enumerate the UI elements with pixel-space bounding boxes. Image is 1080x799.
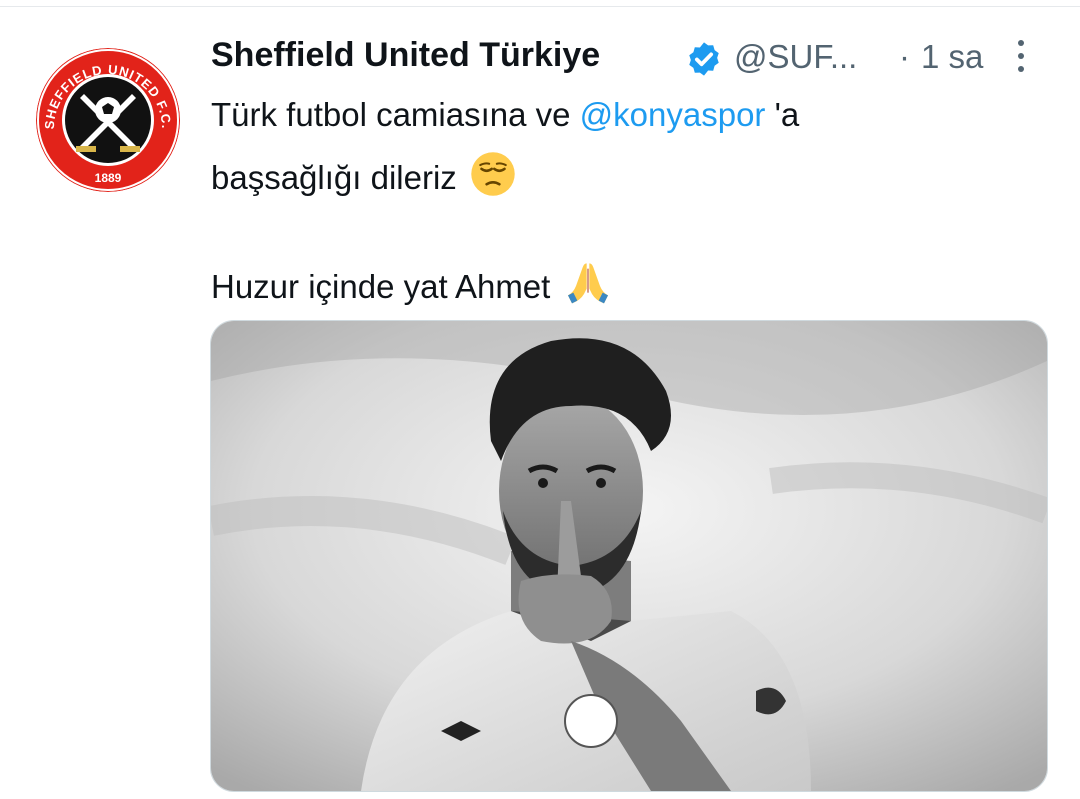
- text-segment: Huzur içinde yat Ahmet: [211, 268, 551, 305]
- verified-badge-icon: [689, 42, 719, 76]
- folded-hands-emoji: [567, 263, 608, 304]
- more-options-icon[interactable]: [1007, 36, 1035, 76]
- text-segment: 'a: [774, 96, 800, 133]
- separator-dot: ·: [899, 38, 910, 75]
- text-segment: başsağlığı dileriz: [211, 159, 457, 196]
- mention-link[interactable]: @konyaspor: [580, 96, 766, 133]
- tweet-text-line-1: Türk futbol camiasına ve @konyaspor 'a: [211, 96, 799, 134]
- tweet-header: Sheffield United Türkiye @SUF... · 1 sa: [211, 32, 1024, 88]
- tweet-text-line-2: başsağlığı dileriz: [211, 151, 516, 197]
- club-crest-logo: SHEFFIELD UNITED F.C. 1889: [36, 48, 180, 192]
- player-photo: [211, 321, 1047, 791]
- top-divider: [0, 6, 1080, 7]
- crest-year: 1889: [95, 171, 122, 185]
- user-handle[interactable]: @SUF...: [734, 38, 857, 76]
- tweet-text-line-3: Huzur içinde yat Ahmet: [211, 258, 612, 306]
- profile-avatar[interactable]: SHEFFIELD UNITED F.C. 1889: [36, 48, 180, 192]
- display-name[interactable]: Sheffield United Türkiye: [211, 36, 600, 75]
- text-segment: Türk futbol camiasına ve: [211, 96, 580, 133]
- timestamp[interactable]: 1 sa: [921, 38, 983, 76]
- tweet-media-photo[interactable]: [210, 320, 1048, 792]
- pensive-face-emoji: [471, 152, 515, 196]
